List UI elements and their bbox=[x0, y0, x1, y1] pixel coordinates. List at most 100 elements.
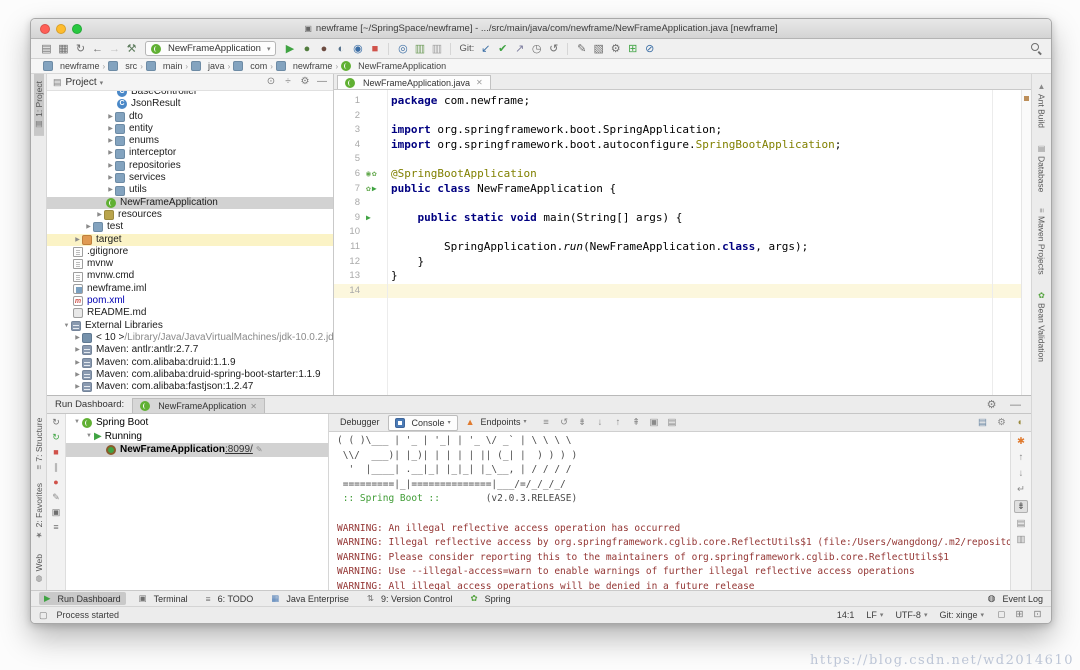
step-over-down-icon[interactable]: ⇟ bbox=[577, 416, 588, 430]
git-update-icon[interactable]: ↙ bbox=[478, 42, 493, 56]
run-dashboard-item-spring-boot[interactable]: ▼Spring Boot bbox=[66, 416, 328, 430]
toolwindow-spring[interactable]: ✿Spring bbox=[466, 592, 516, 605]
tree-item-interceptor[interactable]: ▶interceptor bbox=[47, 147, 333, 159]
open-icon[interactable]: ▤ bbox=[39, 42, 54, 56]
next-message-icon[interactable]: ↓ bbox=[1015, 468, 1027, 479]
tree-item-readme-md[interactable]: README.md bbox=[47, 307, 333, 319]
edit-pencil-icon[interactable]: ✎ bbox=[256, 443, 263, 457]
bean-icon[interactable]: ◉ bbox=[366, 167, 371, 182]
tree-item-basecontroller[interactable]: CBaseController bbox=[47, 91, 333, 98]
breadcrumb-item-newframeapplication[interactable]: NewFrameApplication bbox=[341, 61, 446, 71]
tree-item-utils[interactable]: ▶utils bbox=[47, 184, 333, 196]
tree-item-gitignore[interactable]: .gitignore bbox=[47, 246, 333, 258]
editor-line[interactable]: 11 SpringApplication.run(NewFrameApplica… bbox=[334, 240, 1031, 255]
rerun-icon[interactable]: ↻ bbox=[50, 417, 62, 428]
breadcrumb-item-java[interactable]: java bbox=[191, 61, 225, 71]
expand-arrow-icon[interactable]: ▶ bbox=[73, 369, 82, 381]
expand-arrow-icon[interactable]: ▼ bbox=[62, 320, 71, 332]
stripe-tab-project[interactable]: ▤ 1: Project bbox=[34, 74, 44, 136]
stripe-tab-maven-projects[interactable]: ≡Maven Projects bbox=[1037, 200, 1047, 282]
minimize-window-icon[interactable] bbox=[56, 24, 66, 34]
breadcrumb-item-com[interactable]: com bbox=[233, 61, 267, 71]
tree-item-10[interactable]: ▶< 10 > /Library/Java/JavaVirtualMachine… bbox=[47, 332, 333, 344]
expand-arrow-icon[interactable]: ▼ bbox=[84, 430, 94, 444]
tree-item-repositories[interactable]: ▶repositories bbox=[47, 160, 333, 172]
expand-arrow-icon[interactable]: ▶ bbox=[106, 184, 115, 196]
encoding-select[interactable]: UTF-8 bbox=[895, 610, 927, 620]
pin-tab-icon[interactable]: ▤ bbox=[977, 416, 988, 430]
expand-arrow-icon[interactable]: ▶ bbox=[73, 381, 82, 393]
project-structure-icon[interactable]: ▧ bbox=[591, 42, 606, 56]
toolwindow-switcher-icon[interactable]: ▢ bbox=[39, 610, 48, 621]
expand-arrow-icon[interactable]: ▶ bbox=[106, 172, 115, 184]
breadcrumb-item-newframe[interactable]: newframe bbox=[43, 61, 100, 71]
toolwindow-run-dashboard[interactable]: ▶Run Dashboard bbox=[39, 592, 126, 605]
rerun-failed-icon[interactable]: ↻ bbox=[50, 432, 62, 443]
tab-console[interactable]: Console▾ bbox=[388, 415, 458, 431]
project-view-select[interactable]: Project bbox=[66, 77, 104, 88]
title-bar[interactable]: ▣ newframe [~/SpringSpace/newframe] - ..… bbox=[31, 19, 1051, 39]
save-all-icon[interactable]: ▦ bbox=[56, 42, 71, 56]
zoom-window-icon[interactable] bbox=[72, 24, 82, 34]
tree-item-newframe-iml[interactable]: newframe.iml bbox=[47, 283, 333, 295]
spring-boot-badge-icon[interactable]: ✱ bbox=[1015, 436, 1027, 447]
run-coverage-icon[interactable]: ● bbox=[316, 42, 331, 56]
console-settings-icon[interactable]: ⚙ bbox=[996, 416, 1007, 430]
coverage-trace-icon[interactable]: ▥ bbox=[429, 42, 444, 56]
stop-icon[interactable]: ■ bbox=[367, 42, 382, 56]
git-push-icon[interactable]: ↗ bbox=[512, 42, 527, 56]
collapse-all-icon[interactable]: ÷ bbox=[283, 75, 293, 89]
editor-line[interactable]: 1package com.newframe; bbox=[334, 94, 1031, 109]
power-save-icon[interactable]: ⊘ bbox=[642, 42, 657, 56]
editor-scrollbar[interactable] bbox=[1021, 90, 1031, 395]
run-dashboard-item-newframeapplication[interactable]: NewFrameApplication :8099/✎ bbox=[66, 443, 328, 457]
rd-settings-icon[interactable]: ⚙ bbox=[984, 398, 999, 412]
tab-newframeapplication-java[interactable]: NewFrameApplication.java ✕ bbox=[337, 75, 491, 89]
editor-body[interactable]: 1package com.newframe;23import org.sprin… bbox=[334, 90, 1031, 395]
undo-icon[interactable]: ↺ bbox=[546, 42, 561, 56]
tree-item-maven-com-alibaba-fastjson-1-2-47[interactable]: ▶Maven: com.alibaba:fastjson:1.2.47 bbox=[47, 381, 333, 393]
spring-leaf-icon[interactable]: ✿ bbox=[372, 167, 377, 182]
panel-settings-icon[interactable]: ⚙ bbox=[300, 75, 310, 89]
editor-line[interactable]: 4import org.springframework.boot.autocon… bbox=[334, 138, 1031, 153]
edit-config-icon[interactable]: ✎ bbox=[574, 42, 589, 56]
run-dashboard-grid-icon[interactable]: ⊞ bbox=[625, 42, 640, 56]
tree-item-services[interactable]: ▶services bbox=[47, 172, 333, 184]
step-up-icon[interactable]: ⇞ bbox=[631, 416, 642, 430]
expand-arrow-icon[interactable]: ▶ bbox=[106, 147, 115, 159]
view-options-icon[interactable]: ≡ bbox=[50, 522, 62, 533]
error-stripe-mark[interactable] bbox=[1024, 96, 1029, 101]
run-dashboard-tab[interactable]: NewFrameApplication ✕ bbox=[132, 398, 265, 414]
expand-arrow-icon[interactable]: ▶ bbox=[106, 123, 115, 135]
pause-icon[interactable]: ∥ bbox=[50, 462, 62, 473]
toolwindow-event-log[interactable]: ◍ Event Log bbox=[988, 593, 1043, 604]
run-configuration-select[interactable]: NewFrameApplication bbox=[145, 41, 276, 56]
tree-item-external-libraries[interactable]: ▼External Libraries bbox=[47, 320, 333, 332]
editor-line[interactable]: 2 bbox=[334, 109, 1031, 124]
expand-arrow-icon[interactable]: ▶ bbox=[73, 357, 82, 369]
debug-icon[interactable]: ● bbox=[299, 42, 314, 56]
editor-line[interactable]: 9▶ public static void main(String[] args… bbox=[334, 211, 1031, 226]
stripe-tab-2-favorites[interactable]: ★2: Favorites bbox=[34, 476, 44, 546]
sync-icon[interactable]: ↻ bbox=[73, 42, 88, 56]
console-view-icon[interactable]: ▣ bbox=[649, 416, 660, 430]
tree-item-maven-antlr-antlr-2-7-7[interactable]: ▶Maven: antlr:antlr:2.7.7 bbox=[47, 344, 333, 356]
coverage-report-icon[interactable]: ▥ bbox=[412, 42, 427, 56]
expand-arrow-icon[interactable]: ▶ bbox=[73, 234, 82, 246]
expand-arrow-icon[interactable]: ▶ bbox=[106, 160, 115, 172]
git-commit-icon[interactable]: ✔ bbox=[495, 42, 510, 56]
editor-line[interactable]: 12 } bbox=[334, 255, 1031, 270]
close-window-icon[interactable] bbox=[40, 24, 50, 34]
expand-arrow-icon[interactable]: ▶ bbox=[73, 332, 82, 344]
editor-line[interactable]: 10 bbox=[334, 225, 1031, 240]
breadcrumb-item-newframe[interactable]: newframe bbox=[276, 61, 333, 71]
up-stack-icon[interactable]: ↑ bbox=[613, 416, 624, 430]
editor-line[interactable]: 3import org.springframework.boot.SpringA… bbox=[334, 123, 1031, 138]
search-icon[interactable] bbox=[1030, 42, 1043, 55]
scroll-to-end-icon[interactable]: ⇟ bbox=[1014, 500, 1028, 513]
tree-item-newframeapplication[interactable]: NewFrameApplication bbox=[47, 197, 333, 209]
search-everywhere-icon[interactable]: ◎ bbox=[395, 42, 410, 56]
tab-endpoints[interactable]: ▲Endpoints▾ bbox=[460, 415, 533, 429]
editor-line[interactable]: 7✿▶public class NewFrameApplication { bbox=[334, 182, 1031, 197]
close-tab-icon[interactable]: ✕ bbox=[476, 78, 483, 87]
